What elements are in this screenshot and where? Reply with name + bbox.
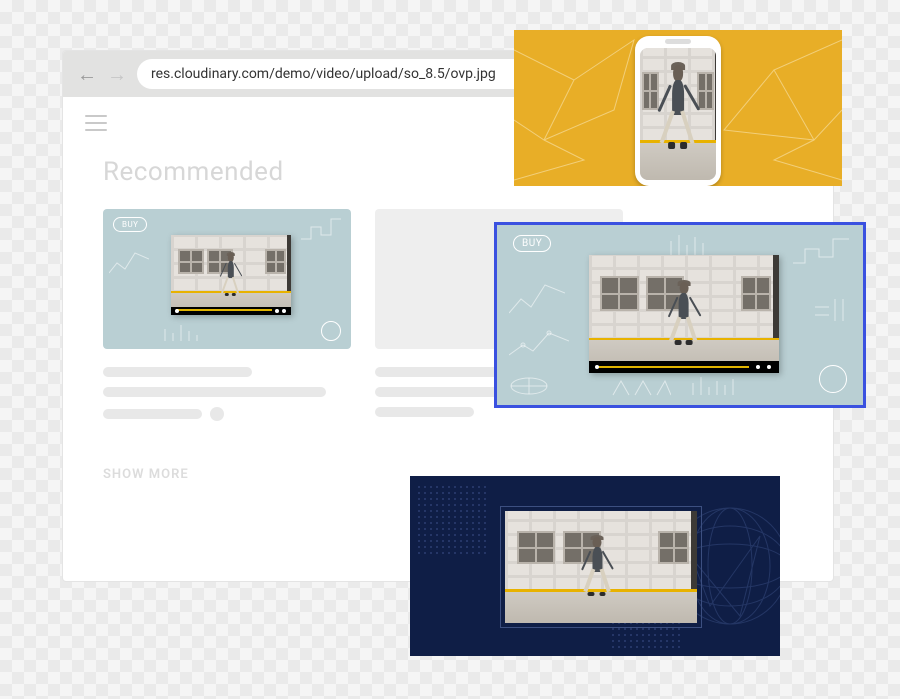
dark-preview-panel [410, 476, 780, 656]
phone-screen [640, 48, 716, 180]
recommended-card[interactable]: BUY [103, 209, 351, 427]
zoomed-thumbnail-highlight: BUY [494, 222, 866, 408]
url-text: res.cloudinary.com/demo/video/upload/so_… [151, 66, 496, 82]
stage: ← → res.cloudinary.com/demo/video/upload… [0, 0, 900, 699]
buy-badge: BUY [513, 235, 551, 252]
phone-mockup [635, 36, 721, 186]
video-player-preview [171, 235, 291, 315]
video-player-preview [589, 255, 779, 373]
like-icon [819, 365, 847, 393]
like-icon [321, 321, 341, 341]
forward-button[interactable]: → [107, 64, 127, 84]
buy-badge: BUY [113, 217, 147, 232]
hamburger-icon[interactable] [85, 115, 107, 131]
phone-notch [665, 39, 691, 44]
framed-video-still [500, 506, 702, 628]
mobile-preview-panel [514, 30, 842, 186]
card-skeleton-text [103, 367, 351, 421]
video-thumbnail[interactable]: BUY [103, 209, 351, 349]
back-button[interactable]: ← [77, 64, 97, 84]
